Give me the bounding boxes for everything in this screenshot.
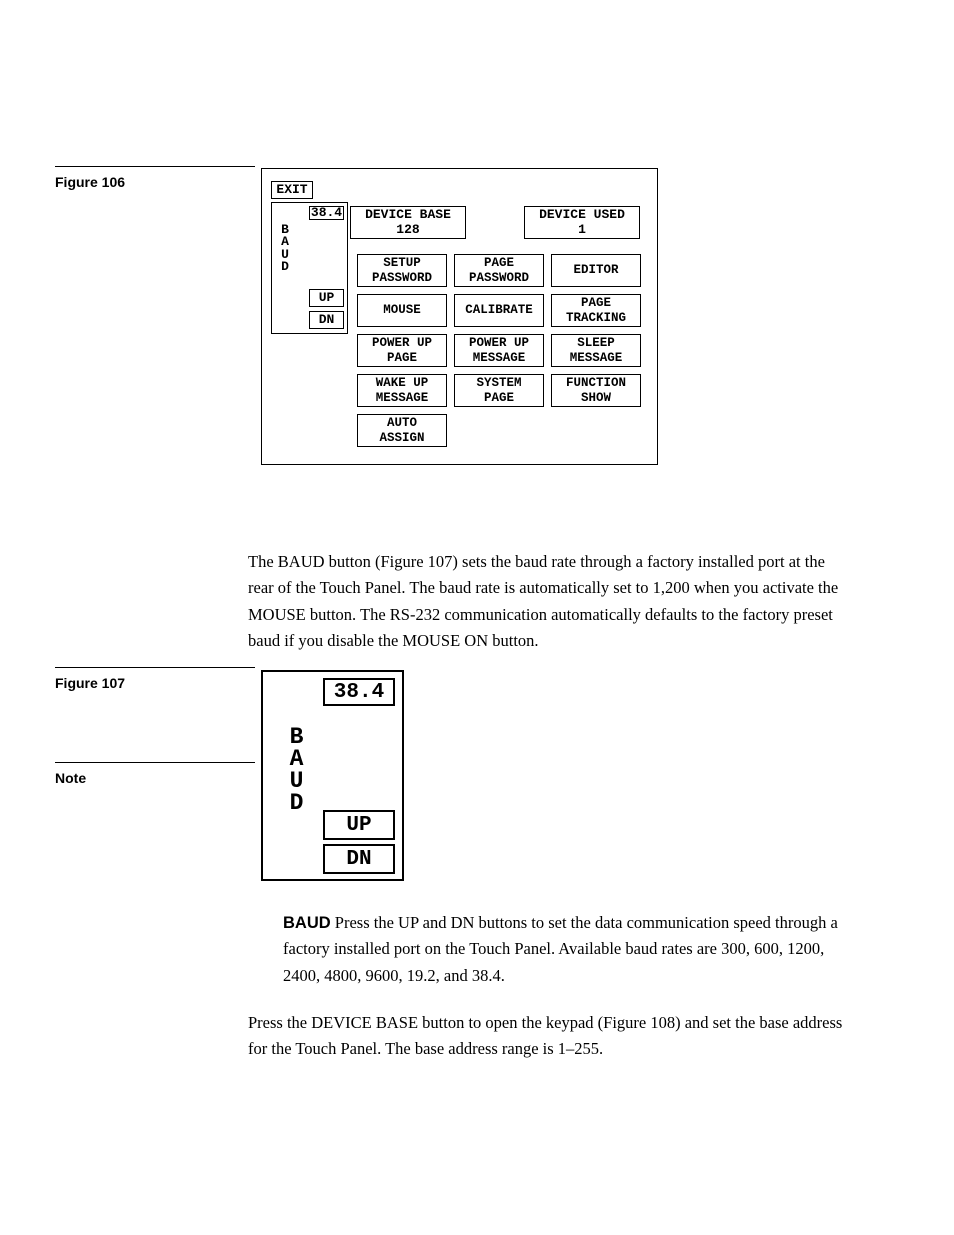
sidebar-rule: [55, 166, 255, 167]
exit-button[interactable]: EXIT: [271, 181, 313, 199]
auto-assign-button[interactable]: AUTO ASSIGN: [357, 414, 447, 447]
baud-up-button-big[interactable]: UP: [323, 810, 395, 840]
power-up-page-button[interactable]: POWER UP PAGE: [357, 334, 447, 367]
baud-dn-button[interactable]: DN: [309, 311, 344, 329]
power-up-message-button[interactable]: POWER UP MESSAGE: [454, 334, 544, 367]
wake-up-message-button[interactable]: WAKE UP MESSAGE: [357, 374, 447, 407]
baud-lead: BAUD: [283, 914, 331, 932]
baud-value-display: 38.4: [309, 206, 344, 220]
paragraph-baud-detail: BAUD Press the UP and DN buttons to set …: [283, 910, 848, 989]
baud-value-display-big: 38.4: [323, 678, 395, 706]
figure106-label: Figure 106: [55, 174, 125, 190]
paragraph-device-base: Press the DEVICE BASE button to open the…: [248, 1010, 848, 1063]
editor-button[interactable]: EDITOR: [551, 254, 641, 287]
mouse-button[interactable]: MOUSE: [357, 294, 447, 327]
device-used-button[interactable]: DEVICE USED 1: [524, 206, 640, 239]
baud-vertical-label-big: B A U D: [288, 727, 306, 814]
paragraph-baud-desc: The BAUD button (Figure 107) sets the ba…: [248, 549, 848, 655]
baud-dn-button-big[interactable]: DN: [323, 844, 395, 874]
page-password-button[interactable]: PAGE PASSWORD: [454, 254, 544, 287]
function-show-button[interactable]: FUNCTION SHOW: [551, 374, 641, 407]
note-label: Note: [55, 770, 86, 786]
setup-password-button[interactable]: SETUP PASSWORD: [357, 254, 447, 287]
baud-up-button[interactable]: UP: [309, 289, 344, 307]
sleep-message-button[interactable]: SLEEP MESSAGE: [551, 334, 641, 367]
calibrate-button[interactable]: CALIBRATE: [454, 294, 544, 327]
system-page-button[interactable]: SYSTEM PAGE: [454, 374, 544, 407]
figure107-panel: B A U D 38.4 UP DN: [261, 670, 404, 881]
sidebar-rule: [55, 762, 255, 763]
sidebar-rule: [55, 667, 255, 668]
page-tracking-button[interactable]: PAGE TRACKING: [551, 294, 641, 327]
device-base-button[interactable]: DEVICE BASE 128: [350, 206, 466, 239]
figure106-panel: EXIT B A U D 38.4 UP DN DEVICE BASE 128 …: [261, 168, 658, 465]
baud-vertical-label: B A U D: [279, 224, 291, 273]
figure107-label: Figure 107: [55, 675, 125, 691]
